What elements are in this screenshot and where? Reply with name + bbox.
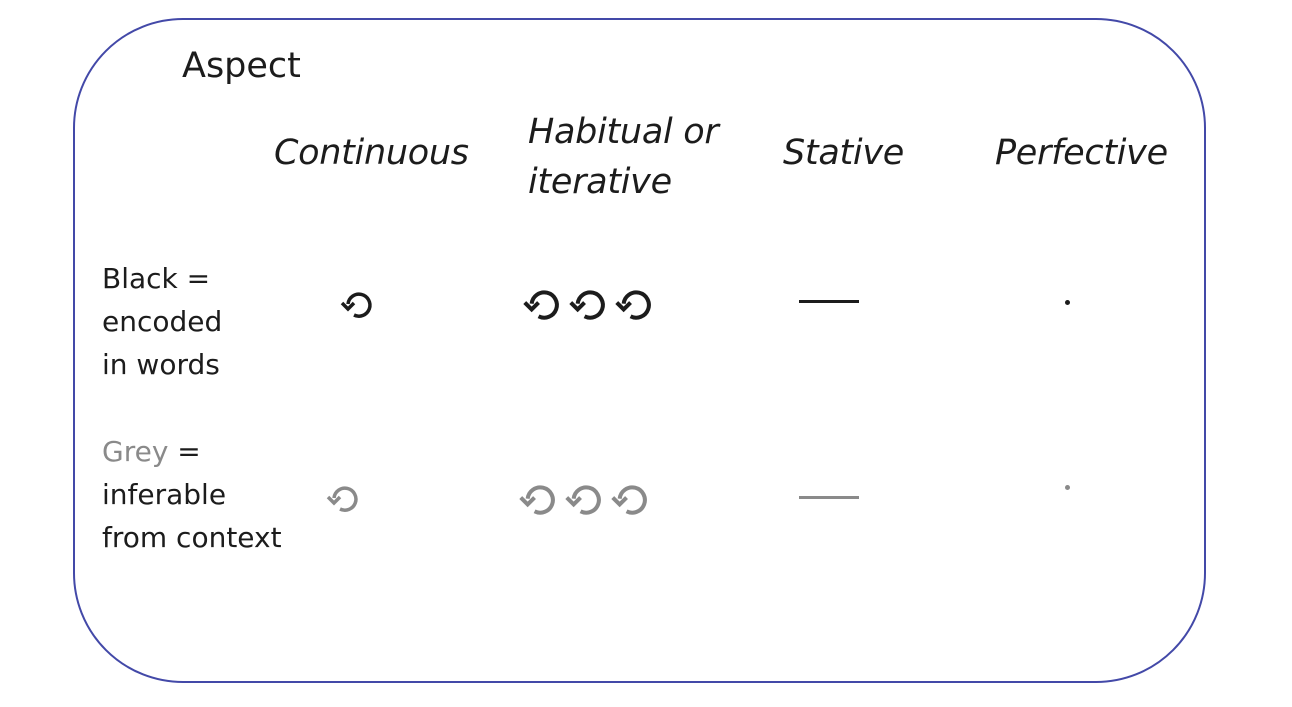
anticlockwise-arrow-icon — [326, 486, 358, 512]
column-header-perfective: Perfective — [995, 128, 1168, 178]
column-header-habitual: Habitual or iterative — [528, 107, 719, 207]
row-label-keyword: Grey — [102, 435, 169, 468]
column-header-text: Perfective — [995, 133, 1168, 173]
row-label-line3: in words — [102, 348, 220, 381]
anticlockwise-arrow-icon — [612, 288, 652, 328]
dot-icon — [1065, 300, 1070, 305]
anticlockwise-arrow-icon — [340, 292, 372, 318]
anticlockwise-arrow-icon — [516, 483, 556, 523]
anticlockwise-arrow-icon — [520, 288, 560, 328]
column-header-text: Stative — [783, 133, 904, 173]
row-label-equals: = — [177, 262, 211, 295]
column-header-text-line2: iterative — [528, 162, 672, 202]
column-header-stative: Stative — [783, 128, 904, 178]
row-label-line3: from context — [102, 521, 282, 554]
row-label-grey: Grey = inferable from context — [102, 430, 302, 559]
anticlockwise-arrow-icon — [562, 483, 602, 523]
column-header-continuous: Continuous — [274, 128, 469, 178]
diagram-title: Aspect — [182, 46, 301, 86]
horizontal-line-icon — [799, 300, 859, 303]
column-header-text: Habitual or — [528, 112, 719, 152]
row-label-keyword: Black — [102, 262, 178, 295]
anticlockwise-arrow-icon — [608, 483, 648, 523]
row-label-line2: inferable — [102, 478, 227, 511]
anticlockwise-arrow-icon — [566, 288, 606, 328]
row-label-equals: = — [168, 435, 201, 468]
dot-icon — [1065, 485, 1070, 490]
column-header-text: Continuous — [274, 133, 469, 173]
row-label-line2: encoded — [102, 305, 223, 338]
row-label-black: Black = encoded in words — [102, 257, 302, 386]
horizontal-line-icon — [799, 496, 859, 499]
